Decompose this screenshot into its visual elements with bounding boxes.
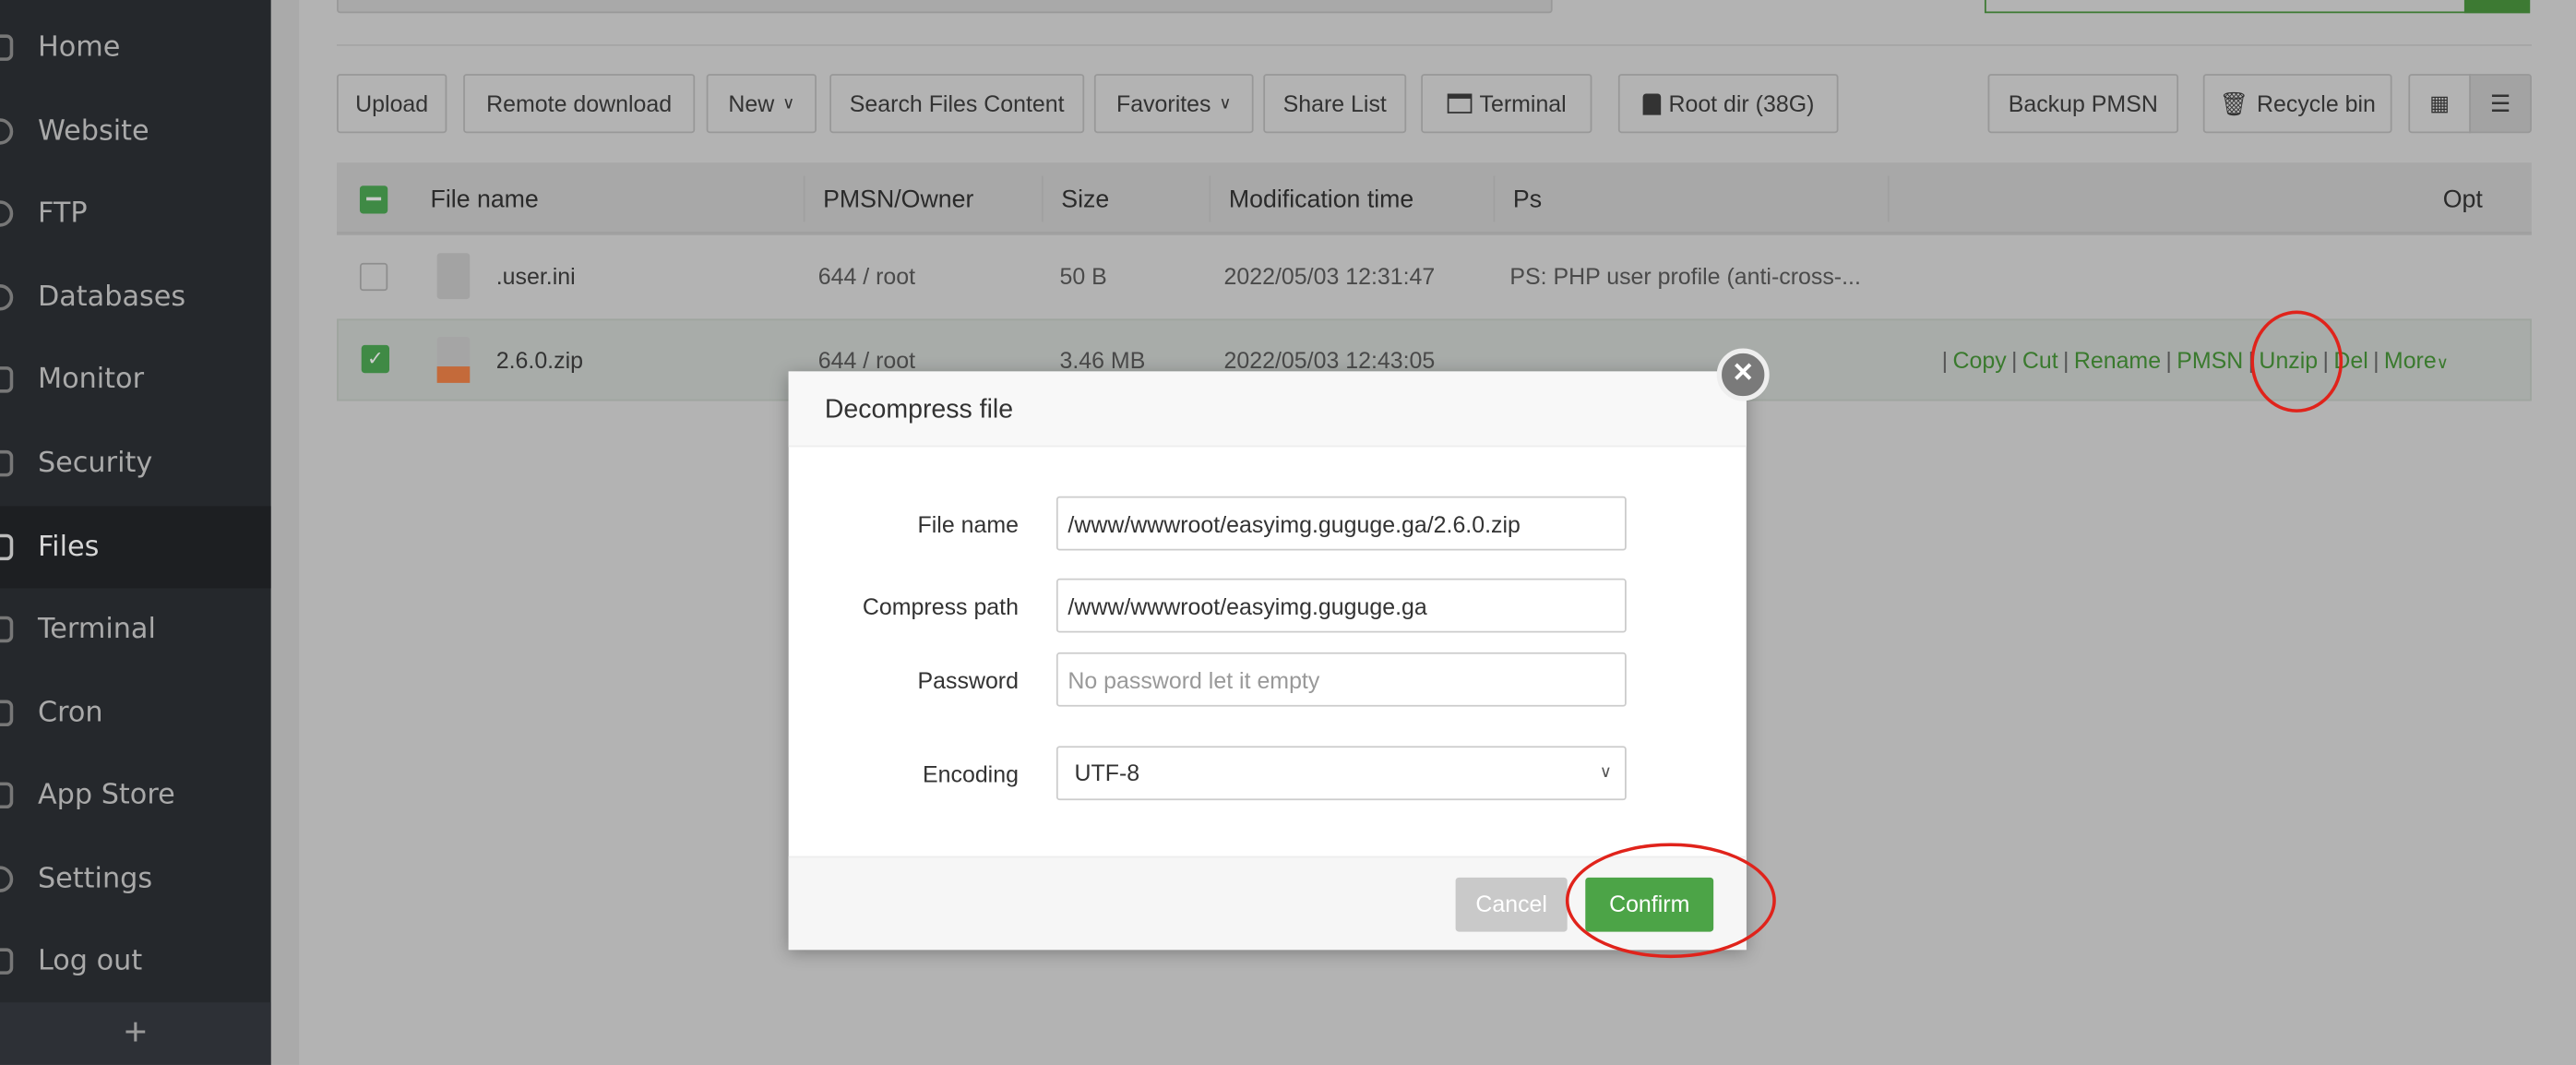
header-opt: Opt — [2442, 185, 2483, 213]
column-separator — [1209, 175, 1211, 222]
annotation-circle-unzip — [2250, 310, 2343, 413]
dialog-title: Decompress file — [788, 371, 1747, 448]
list-view-button[interactable]: ☰ — [2469, 74, 2532, 134]
sidebar-item-settings[interactable]: Settings — [0, 838, 271, 920]
file-owner[interactable]: 644 / root — [818, 257, 915, 296]
header-owner[interactable]: PMSN/Owner — [823, 162, 973, 234]
cut-link[interactable]: Cut — [2022, 347, 2058, 373]
search-button[interactable] — [2463, 0, 2531, 14]
header-ps: Ps — [1512, 185, 1543, 213]
terminal-icon — [1446, 93, 1472, 114]
rename-link[interactable]: Rename — [2074, 347, 2161, 373]
trash-icon: 🗑 — [2219, 90, 2249, 116]
encoding-label: Encoding — [923, 760, 1019, 787]
chevron-down-icon: ∨ — [2436, 354, 2449, 374]
cancel-button[interactable]: Cancel — [1455, 877, 1568, 932]
search-input[interactable] — [1984, 0, 2531, 14]
annotation-circle-confirm — [1565, 843, 1776, 959]
header-mtime[interactable]: Modification time — [1229, 162, 1413, 234]
terminal-button[interactable]: Terminal — [1421, 74, 1592, 134]
chevron-down-icon: ∨ — [1219, 94, 1232, 113]
compress-path-input[interactable] — [1055, 578, 1627, 633]
row-actions: | Copy | Cut | Rename | PMSN | Unzip | Del | Mo… — [1941, 346, 2449, 374]
grid-view-button[interactable]: ▦ — [2408, 74, 2472, 134]
column-separator — [1041, 175, 1044, 222]
header-file-name[interactable]: File name — [431, 162, 539, 234]
file-size: 50 B — [1059, 262, 1107, 290]
globe-icon — [0, 118, 14, 145]
sidebar-item-website[interactable]: Website — [0, 90, 271, 173]
backup-pmsn-button[interactable]: Backup PMSN — [1987, 74, 2179, 134]
add-button[interactable]: + — [0, 1002, 271, 1065]
logout-icon — [0, 948, 14, 975]
sidebar-item-app-store[interactable]: App Store — [0, 754, 271, 836]
sidebar-item-security[interactable]: Security — [0, 423, 271, 505]
password-input[interactable] — [1055, 652, 1627, 707]
more-link[interactable]: More∨ — [2384, 347, 2449, 373]
copy-link[interactable]: Copy — [1952, 347, 2006, 373]
root-dir-button[interactable]: Root dir (38G) — [1617, 74, 1839, 134]
sidebar-item-home[interactable]: Home — [0, 6, 271, 89]
divider — [337, 44, 2532, 46]
password-label: Password — [917, 666, 1019, 694]
sidebar-item-monitor[interactable]: Monitor — [0, 339, 271, 421]
search-files-content-button[interactable]: Search Files Content — [829, 74, 1085, 134]
ftp-icon — [0, 200, 14, 227]
pmsn-link[interactable]: PMSN — [2176, 347, 2243, 373]
folder-icon — [0, 533, 14, 561]
sidebar-item-ftp[interactable]: FTP — [0, 173, 271, 255]
row-checkbox[interactable]: ✓ — [361, 344, 390, 374]
file-name[interactable]: 2.6.0.zip — [496, 341, 583, 380]
terminal-icon — [0, 616, 14, 643]
page: Home Website FTP Databases Monitor Secur… — [0, 0, 2576, 1065]
sidebar-edge — [270, 0, 300, 1065]
grid-icon: ▦ — [2429, 90, 2451, 115]
sidebar-item-databases[interactable]: Databases — [0, 257, 271, 339]
sidebar: Home Website FTP Databases Monitor Secur… — [0, 0, 271, 1065]
sidebar-item-files[interactable]: Files — [0, 506, 271, 589]
apps-icon — [0, 782, 14, 809]
home-icon — [0, 34, 14, 61]
row-checkbox[interactable] — [359, 262, 388, 292]
file-name-label: File name — [917, 510, 1019, 538]
column-separator — [1887, 175, 1890, 222]
column-separator — [1493, 175, 1496, 222]
calendar-icon — [0, 700, 14, 727]
gear-icon — [0, 866, 14, 892]
chevron-down-icon: ∨ — [1599, 763, 1612, 783]
list-icon: ☰ — [2489, 90, 2511, 116]
compress-path-label: Compress path — [862, 592, 1019, 620]
favorites-button[interactable]: Favorites ∨ — [1093, 74, 1254, 134]
new-button[interactable]: New ∨ — [706, 74, 817, 134]
upload-button[interactable]: Upload — [337, 74, 447, 134]
file-mtime: 2022/05/03 12:31:47 — [1223, 262, 1436, 290]
select-all-checkbox[interactable] — [359, 185, 388, 214]
table-row[interactable]: .user.ini 644 / root 50 B 2022/05/03 12:… — [337, 236, 2532, 317]
file-name[interactable]: .user.ini — [496, 257, 576, 296]
chevron-down-icon: ∨ — [782, 94, 795, 113]
share-list-button[interactable]: Share List — [1263, 74, 1407, 134]
sidebar-item-logout[interactable]: Log out — [0, 920, 271, 1002]
monitor-icon — [0, 366, 14, 393]
table-header — [337, 162, 2532, 235]
file-icon — [436, 253, 471, 300]
recycle-bin-button[interactable]: 🗑 Recycle bin — [2202, 74, 2392, 134]
remote-download-button[interactable]: Remote download — [463, 74, 696, 134]
file-ps[interactable]: PS: PHP user profile (anti-cross-... — [1509, 257, 1861, 296]
file-name-input[interactable] — [1055, 496, 1627, 551]
shield-icon — [0, 449, 14, 477]
zip-file-icon — [436, 337, 471, 383]
disk-icon — [1641, 92, 1661, 114]
sidebar-item-terminal[interactable]: Terminal — [0, 588, 271, 670]
header-size[interactable]: Size — [1061, 162, 1109, 234]
path-bar[interactable] — [337, 0, 1553, 14]
encoding-select[interactable]: UTF-8 ∨ — [1055, 746, 1627, 801]
column-separator — [803, 175, 805, 222]
close-dialog-icon[interactable]: ✕ — [1716, 348, 1770, 401]
database-icon — [0, 284, 14, 311]
sidebar-item-cron[interactable]: Cron — [0, 672, 271, 754]
